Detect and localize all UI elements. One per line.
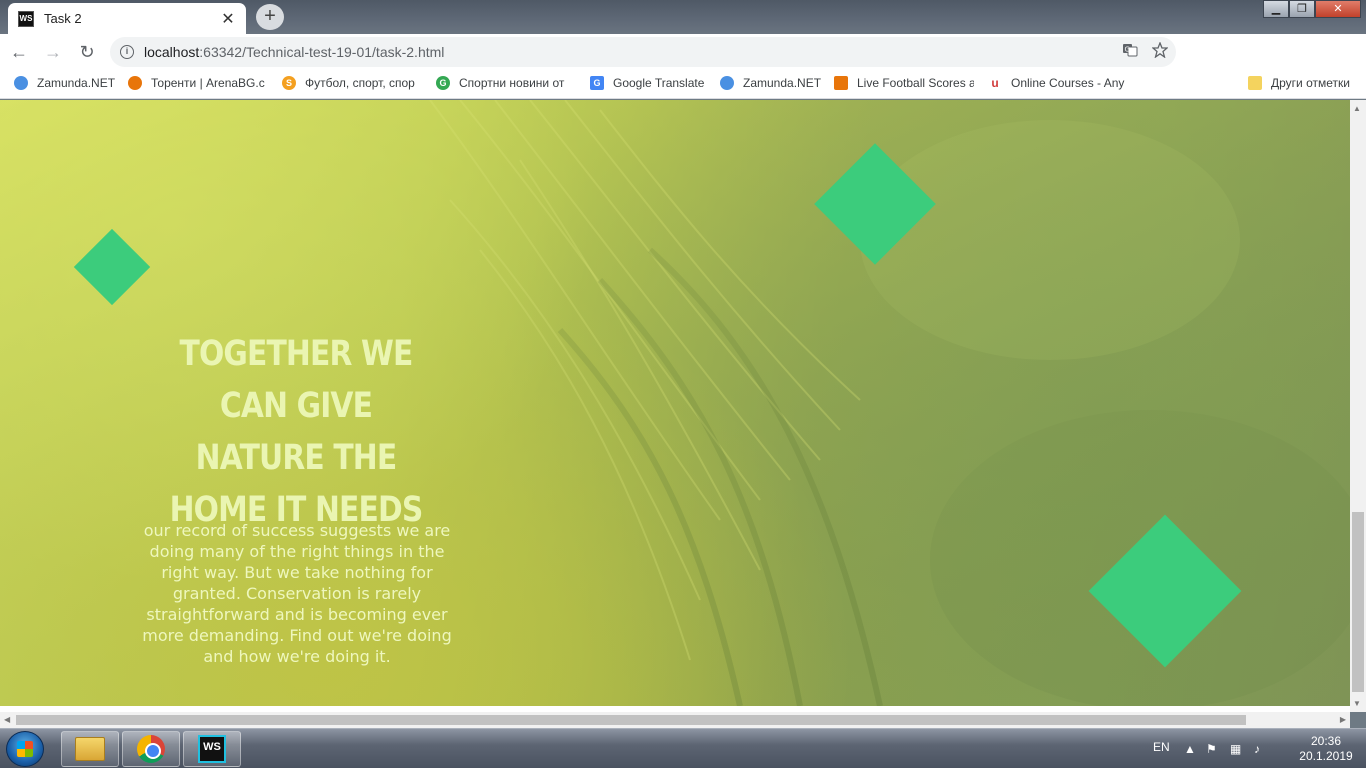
tab-title: Task 2 (44, 11, 82, 26)
page-viewport: Together we can give nature the home it … (0, 100, 1350, 706)
taskbar-chrome-button[interactable] (122, 731, 180, 767)
bookmark-label: Торенти | ArenaBG.c (151, 76, 265, 90)
hero-description: our record of success suggests we are do… (142, 521, 452, 666)
tab-close-icon[interactable]: ✕ (220, 9, 236, 29)
vertical-scroll-thumb[interactable] (1352, 512, 1364, 692)
bookmark-item[interactable]: Zamunda.NET (14, 76, 118, 90)
zamunda-icon (14, 76, 28, 90)
folder-icon (1248, 76, 1262, 90)
zamunda-icon (720, 76, 734, 90)
translate-icon[interactable]: G (1122, 42, 1138, 62)
bookmark-label: Live Football Scores a (857, 76, 974, 90)
vertical-scrollbar[interactable]: ▲ ▼ (1350, 100, 1366, 712)
gong-icon: G (436, 76, 450, 90)
action-center-flag-icon[interactable]: ⚑ (1206, 742, 1217, 756)
svg-text:G: G (1125, 46, 1130, 54)
reload-button[interactable]: ↻ (72, 37, 102, 67)
back-button[interactable]: ← (4, 37, 34, 67)
star-icon[interactable] (1151, 41, 1169, 62)
system-clock[interactable]: 20:36 20.1.2019 г. (1296, 734, 1356, 768)
site-info-icon[interactable]: i (120, 45, 134, 59)
scroll-right-arrow-icon[interactable]: ▶ (1340, 715, 1346, 724)
bookmark-item[interactable]: G Спортни новини от (436, 76, 574, 90)
volume-icon[interactable]: ♪ (1254, 742, 1260, 756)
bookmark-item[interactable]: Торенти | ArenaBG.c (128, 76, 266, 90)
address-bar[interactable]: i localhost:63342/Technical-test-19-01/t… (110, 37, 1176, 67)
bookmark-item[interactable]: Zamunda.NET (720, 76, 824, 90)
arenabg-icon (128, 76, 142, 90)
url-path: :63342/Technical-test-19-01/task-2.html (199, 44, 445, 60)
livescore-icon (834, 76, 848, 90)
udemy-icon: u (991, 76, 999, 90)
browser-titlebar: WS Task 2 ✕ + ▁ ❐ ✕ (0, 0, 1366, 34)
google-translate-icon: G (590, 76, 604, 90)
scroll-left-arrow-icon[interactable]: ◀ (4, 715, 10, 724)
clock-time: 20:36 (1310, 734, 1342, 748)
bookmark-label: Zamunda.NET (37, 76, 116, 90)
window-controls: ▁ ❐ ✕ (1263, 0, 1361, 18)
taskbar-webstorm-button[interactable]: WS (183, 731, 241, 767)
webstorm-icon: WS (198, 735, 226, 763)
url-host: localhost (144, 44, 200, 60)
bookmark-label: Google Translate (613, 76, 705, 90)
browser-toolbar: ← → ↻ i localhost:63342/Technical-test-1… (0, 34, 1366, 94)
bookmark-label: Други отметки (1271, 76, 1350, 90)
bookmark-label: Футбол, спорт, спор (305, 76, 415, 90)
bookmark-label: Zamunda.NET (743, 76, 822, 90)
folder-icon (75, 737, 105, 761)
bookmark-item[interactable]: S Футбол, спорт, спор (282, 76, 420, 90)
windows-logo-icon (17, 741, 33, 757)
hero-heading: Together we can give nature the home it … (169, 334, 424, 530)
scroll-down-arrow-icon[interactable]: ▼ (1353, 699, 1361, 708)
sport-icon: S (282, 76, 296, 90)
taskbar-explorer-button[interactable] (61, 731, 119, 767)
minimize-button[interactable]: ▁ (1263, 0, 1289, 18)
language-indicator[interactable]: EN (1153, 740, 1170, 754)
horizontal-scroll-thumb[interactable] (16, 715, 1246, 725)
clock-date: 20.1.2019 г. (1299, 749, 1353, 768)
maximize-button[interactable]: ❐ (1289, 0, 1315, 18)
bookmark-item[interactable]: u Online Courses - Any (988, 76, 1126, 90)
webstorm-favicon-icon: WS (18, 10, 34, 27)
other-bookmarks-folder[interactable]: Други отметки (1248, 76, 1358, 90)
bookmark-label: Online Courses - Any (1011, 76, 1125, 90)
bookmark-label: Спортни новини от (459, 76, 565, 90)
network-icon[interactable]: ▦ (1230, 742, 1241, 756)
horizontal-scrollbar[interactable]: ◀ ▶ (0, 712, 1350, 728)
bookmark-item[interactable]: G Google Translate (590, 76, 710, 90)
new-tab-button[interactable]: + (256, 4, 284, 30)
scroll-up-arrow-icon[interactable]: ▲ (1353, 104, 1361, 113)
bookmarks-bar: Zamunda.NET Торенти | ArenaBG.c S Футбол… (0, 70, 1366, 99)
chrome-icon (137, 735, 165, 763)
close-window-button[interactable]: ✕ (1315, 0, 1361, 18)
show-hidden-icons-icon[interactable]: ▲ (1184, 742, 1196, 756)
forward-button[interactable]: → (38, 37, 68, 67)
start-button[interactable] (6, 731, 44, 767)
bookmark-item[interactable]: Live Football Scores a (834, 76, 974, 90)
windows-taskbar: WS EN ▲ ⚑ ▦ ♪ 20:36 20.1.2019 г. (0, 728, 1366, 768)
tab-task-2[interactable]: WS Task 2 ✕ (8, 3, 246, 34)
